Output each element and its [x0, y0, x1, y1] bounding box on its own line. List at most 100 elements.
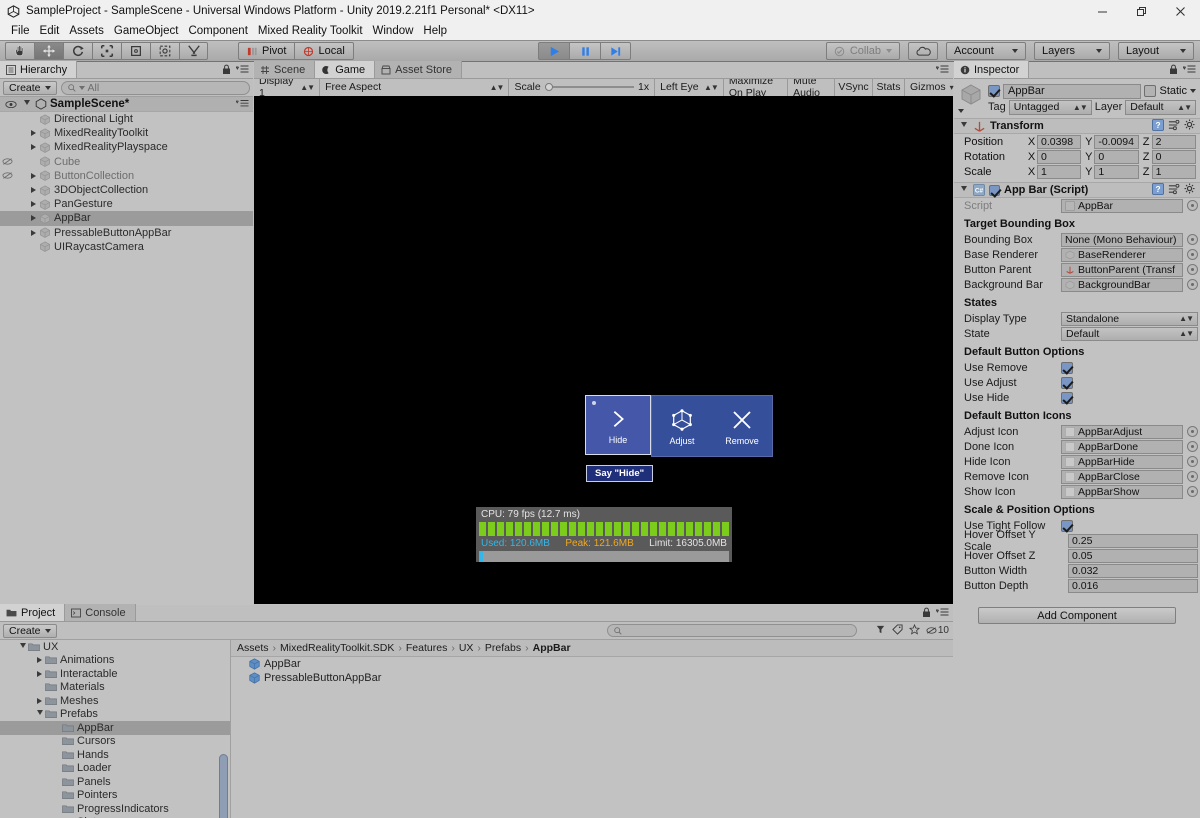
menu-gameobject[interactable]: GameObject — [109, 22, 184, 40]
expand-toggle[interactable] — [28, 144, 39, 151]
button-depth-input[interactable]: 0.016 — [1068, 578, 1198, 593]
scale-z-input[interactable]: 1 — [1151, 164, 1196, 179]
gameobject-name-input[interactable]: AppBar — [1003, 83, 1142, 99]
lock-icon[interactable] — [222, 64, 231, 75]
move-tool-button[interactable] — [34, 42, 63, 60]
object-picker-icon[interactable] — [1187, 471, 1198, 482]
remove-icon-object-field[interactable]: AppBarClose — [1061, 469, 1183, 484]
tab-game[interactable]: Game — [315, 61, 376, 78]
scale-x-input[interactable]: 1 — [1037, 164, 1082, 179]
expand-toggle[interactable] — [28, 201, 39, 208]
scrollbar-thumb[interactable] — [219, 754, 228, 818]
hierarchy-item-pangesture[interactable]: PanGesture — [0, 197, 253, 211]
tab-scene[interactable]: Scene — [254, 61, 316, 78]
gear-icon[interactable] — [1184, 119, 1196, 134]
hierarchy-item-cube[interactable]: Cube — [0, 155, 253, 169]
asset-item-appbar[interactable]: AppBar — [231, 657, 953, 671]
project-tree-item-meshes[interactable]: Meshes — [0, 694, 230, 708]
hierarchy-item-buttoncollection[interactable]: ButtonCollection — [0, 169, 253, 183]
vsync-toggle[interactable]: VSync — [835, 78, 873, 96]
help-icon[interactable]: ? — [1152, 118, 1164, 134]
hierarchy-item-uiraycastcamera[interactable]: UIRaycastCamera — [0, 240, 253, 254]
hide-icon-object-field[interactable]: AppBarHide — [1061, 454, 1183, 469]
scene-twisty[interactable] — [21, 100, 32, 108]
step-button[interactable] — [600, 42, 631, 60]
object-picker-icon[interactable] — [1187, 279, 1198, 290]
stats-toggle[interactable]: Stats — [873, 78, 905, 96]
transform-tool-button[interactable] — [150, 42, 179, 60]
tag-dropdown[interactable]: Untagged ▲▼ — [1008, 99, 1092, 115]
filter-type-icon[interactable] — [875, 624, 886, 638]
expand-toggle[interactable] — [28, 187, 39, 194]
favorite-star-icon[interactable] — [908, 623, 920, 638]
lock-icon[interactable] — [1169, 64, 1178, 75]
visibility-header-icon[interactable] — [4, 100, 18, 109]
hierarchy-item-mixedrealityplayspace[interactable]: MixedRealityPlayspace — [0, 140, 253, 154]
hierarchy-item-mixedrealitytoolkit[interactable]: MixedRealityToolkit — [0, 126, 253, 140]
position-x-input[interactable]: 0.0398 — [1037, 134, 1082, 149]
custom-tool-button[interactable] — [179, 42, 208, 60]
project-tree-item-loader[interactable]: Loader — [0, 762, 230, 776]
hierarchy-item-3dobjectcollection[interactable]: 3DObjectCollection — [0, 183, 253, 197]
appbar-component-header[interactable]: C# App Bar (Script) ? — [954, 182, 1200, 198]
project-tree-item-prefabs[interactable]: Prefabs — [0, 708, 230, 722]
adjust-icon-object-field[interactable]: AppBarAdjust — [1061, 424, 1183, 439]
rotation-z-input[interactable]: 0 — [1151, 149, 1196, 164]
menu-mixed-reality-toolkit[interactable]: Mixed Reality Toolkit — [253, 22, 368, 40]
rotation-y-input[interactable]: 0 — [1094, 149, 1139, 164]
button-width-input[interactable]: 0.032 — [1068, 563, 1198, 578]
collapse-toggle[interactable] — [17, 642, 28, 651]
project-search-input[interactable] — [607, 624, 857, 637]
show-icon-object-field[interactable]: AppBarShow — [1061, 484, 1183, 499]
project-tree-item-ux[interactable]: UX — [0, 640, 230, 654]
use-tight-follow-checkbox[interactable] — [1061, 519, 1073, 532]
position-z-input[interactable]: 2 — [1151, 134, 1196, 149]
use-hide-checkbox[interactable] — [1061, 391, 1073, 404]
chevron-down-icon[interactable] — [1190, 89, 1196, 93]
visibility-toggle[interactable] — [0, 157, 14, 166]
tab-inspector[interactable]: Inspector — [954, 61, 1030, 78]
cloud-button[interactable] — [908, 42, 938, 60]
use-adjust-checkbox[interactable] — [1061, 376, 1073, 389]
pivot-toggle[interactable]: Pivot — [238, 42, 295, 60]
close-button[interactable] — [1161, 0, 1200, 22]
expand-toggle[interactable] — [28, 229, 39, 236]
panel-menu-icon[interactable] — [935, 607, 949, 618]
hover-offset-z-input[interactable]: 0.05 — [1068, 548, 1198, 563]
play-button[interactable] — [538, 42, 569, 60]
panel-menu-icon[interactable] — [235, 64, 249, 75]
scene-menu-icon[interactable] — [235, 99, 249, 110]
account-dropdown[interactable]: Account — [946, 42, 1026, 60]
bounding-box-object-field[interactable]: None (Mono Behaviour) — [1061, 232, 1183, 247]
app-bar-hide-button[interactable]: Hide Say "Hide" — [585, 395, 654, 482]
project-tree-item-cursors[interactable]: Cursors — [0, 735, 230, 749]
object-picker-icon[interactable] — [1187, 249, 1198, 260]
object-picker-icon[interactable] — [1187, 234, 1198, 245]
gameobject-enabled-checkbox[interactable] — [988, 85, 1000, 97]
object-picker-icon[interactable] — [1187, 426, 1198, 437]
panel-menu-icon[interactable] — [935, 64, 949, 75]
transform-component-header[interactable]: Transform ? — [954, 118, 1200, 134]
gizmos-dropdown[interactable]: Gizmos ▾ — [905, 78, 954, 96]
collab-button[interactable]: Collab — [825, 42, 900, 60]
collapse-toggle[interactable] — [34, 710, 45, 718]
display-dropdown[interactable]: Display 1 ▲▼ — [254, 75, 321, 99]
object-picker-icon[interactable] — [1187, 264, 1198, 275]
transform-twisty[interactable] — [958, 122, 969, 130]
layer-dropdown[interactable]: Default ▲▼ — [1125, 99, 1196, 115]
asset-item-pressablebuttonappbar[interactable]: PressableButtonAppBar — [231, 671, 953, 685]
menu-window[interactable]: Window — [368, 22, 419, 40]
scale-slider-handle[interactable] — [544, 83, 553, 91]
hover-offset-y-scale-input[interactable]: 0.25 — [1068, 533, 1198, 548]
background-bar-object-field[interactable]: BackgroundBar — [1061, 277, 1183, 292]
minimize-button[interactable] — [1083, 0, 1122, 22]
visibility-toggle[interactable] — [0, 171, 14, 180]
object-picker-icon[interactable] — [1187, 441, 1198, 452]
hierarchy-item-directional-light[interactable]: Directional Light — [0, 112, 253, 126]
tab-console[interactable]: Console — [65, 604, 136, 621]
expand-toggle[interactable] — [28, 130, 39, 137]
aspect-dropdown[interactable]: Free Aspect ▲▼ — [320, 78, 510, 96]
menu-edit[interactable]: Edit — [35, 22, 65, 40]
pause-button[interactable] — [569, 42, 600, 60]
expand-toggle[interactable] — [34, 657, 45, 664]
